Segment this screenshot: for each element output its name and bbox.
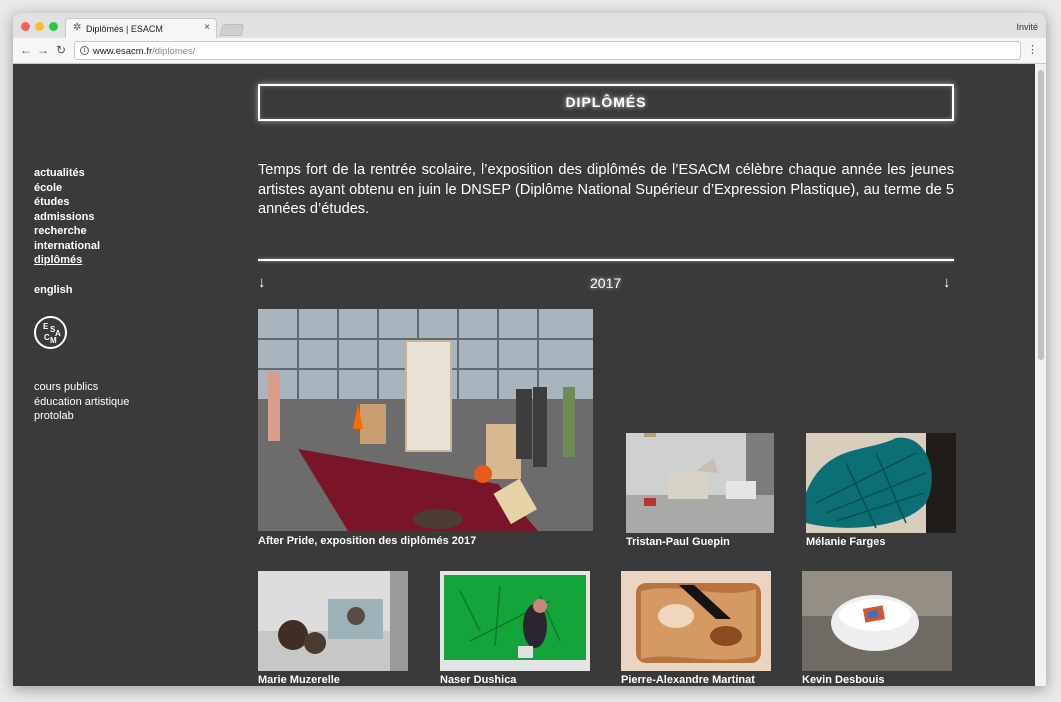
nav-link-recherche[interactable]: recherche: [34, 225, 87, 238]
caption[interactable]: Kevin Desbouis: [802, 674, 885, 686]
artwork-photo[interactable]: [626, 433, 774, 533]
gallery-card[interactable]: Tristan-Paul Guepin: [626, 433, 774, 551]
nav-link-education-artistique[interactable]: éducation artistique: [34, 396, 129, 408]
artwork-photo[interactable]: [621, 571, 771, 671]
forward-arrow-icon[interactable]: →: [37, 43, 49, 57]
gallery-card[interactable]: Mélanie Farges: [806, 433, 956, 551]
logo-letter: C: [44, 333, 50, 342]
nav-link-ecole[interactable]: école: [34, 182, 62, 195]
favicon-icon: ✲: [73, 22, 82, 33]
nav-link-english[interactable]: english: [34, 284, 73, 297]
new-tab-button[interactable]: [219, 24, 245, 36]
logo-letter: M: [50, 336, 57, 345]
maximize-window-button[interactable]: [49, 22, 58, 31]
scrollbar[interactable]: [1035, 64, 1046, 686]
tab-bar: ✲ Diplômés | ESACM × Invité: [13, 13, 1046, 39]
back-arrow-icon[interactable]: ←: [20, 43, 32, 57]
gallery-card[interactable]: Naser Dushica: [440, 571, 590, 686]
artwork-photo[interactable]: [440, 571, 590, 671]
logo-letter: E: [43, 322, 49, 331]
artwork-photo[interactable]: [802, 571, 952, 671]
browser-window: ✲ Diplômés | ESACM × Invité ← → ↻ i www.…: [13, 13, 1046, 686]
caption[interactable]: Marie Muzerelle: [258, 674, 340, 686]
esacm-logo[interactable]: E S A C M: [34, 316, 67, 349]
caption[interactable]: Tristan-Paul Guepin: [626, 536, 730, 548]
address-bar[interactable]: i www.esacm.fr/diplomes/: [74, 41, 1021, 60]
caption[interactable]: Mélanie Farges: [806, 536, 885, 548]
tab-title: Diplômés | ESACM: [86, 24, 163, 34]
caption[interactable]: After Pride, exposition des diplômés 201…: [258, 535, 476, 547]
nav-link-admissions[interactable]: admissions: [34, 211, 95, 224]
scrollbar-thumb[interactable]: [1038, 70, 1044, 360]
caption[interactable]: Naser Dushica: [440, 674, 516, 686]
kebab-menu-icon[interactable]: ⋮: [1027, 43, 1038, 56]
url-path: /diplomes/: [152, 46, 196, 57]
featured-photo[interactable]: [258, 309, 593, 531]
artwork-photo[interactable]: [258, 571, 408, 671]
nav-link-etudes[interactable]: études: [34, 196, 69, 209]
arrow-down-icon[interactable]: ↓: [258, 274, 266, 291]
gallery-card-featured[interactable]: After Pride, exposition des diplômés 201…: [258, 309, 593, 549]
profile-label[interactable]: Invité: [1016, 22, 1038, 32]
nav-link-actualites[interactable]: actualités: [34, 167, 85, 180]
nav-link-international[interactable]: international: [34, 240, 100, 253]
nav-link-protolab[interactable]: protolab: [34, 410, 74, 422]
gallery-card[interactable]: Pierre-Alexandre Martinat: [621, 571, 771, 686]
gallery-card[interactable]: Kevin Desbouis: [802, 571, 952, 686]
info-icon[interactable]: i: [80, 46, 89, 55]
nav-link-cours-publics[interactable]: cours publics: [34, 381, 98, 393]
year-heading[interactable]: 2017: [590, 275, 621, 291]
browser-tab[interactable]: ✲ Diplômés | ESACM ×: [65, 18, 217, 39]
browser-toolbar: ← → ↻ i www.esacm.fr/diplomes/ ⋮: [13, 38, 1046, 64]
close-window-button[interactable]: [21, 22, 30, 31]
page-title-box: DIPLÔMÉS: [258, 84, 954, 121]
gallery-card[interactable]: Marie Muzerelle: [258, 571, 408, 686]
url-text: www.esacm.fr/diplomes/: [93, 46, 195, 57]
reload-icon[interactable]: ↻: [56, 43, 66, 57]
page-viewport: actualités école études admissions reche…: [13, 64, 1046, 686]
caption[interactable]: Pierre-Alexandre Martinat: [621, 674, 755, 686]
page-title: DIPLÔMÉS: [565, 94, 647, 110]
divider: [258, 259, 954, 261]
nav-link-diplomes[interactable]: diplômés: [34, 254, 82, 267]
intro-paragraph: Temps fort de la rentrée scolaire, l’exp…: [258, 162, 954, 218]
arrow-down-icon[interactable]: ↓: [943, 274, 951, 291]
minimize-window-button[interactable]: [35, 22, 44, 31]
tab-close-icon[interactable]: ×: [204, 22, 210, 33]
url-host: www.esacm.fr: [93, 46, 153, 57]
artwork-photo[interactable]: [806, 433, 956, 533]
